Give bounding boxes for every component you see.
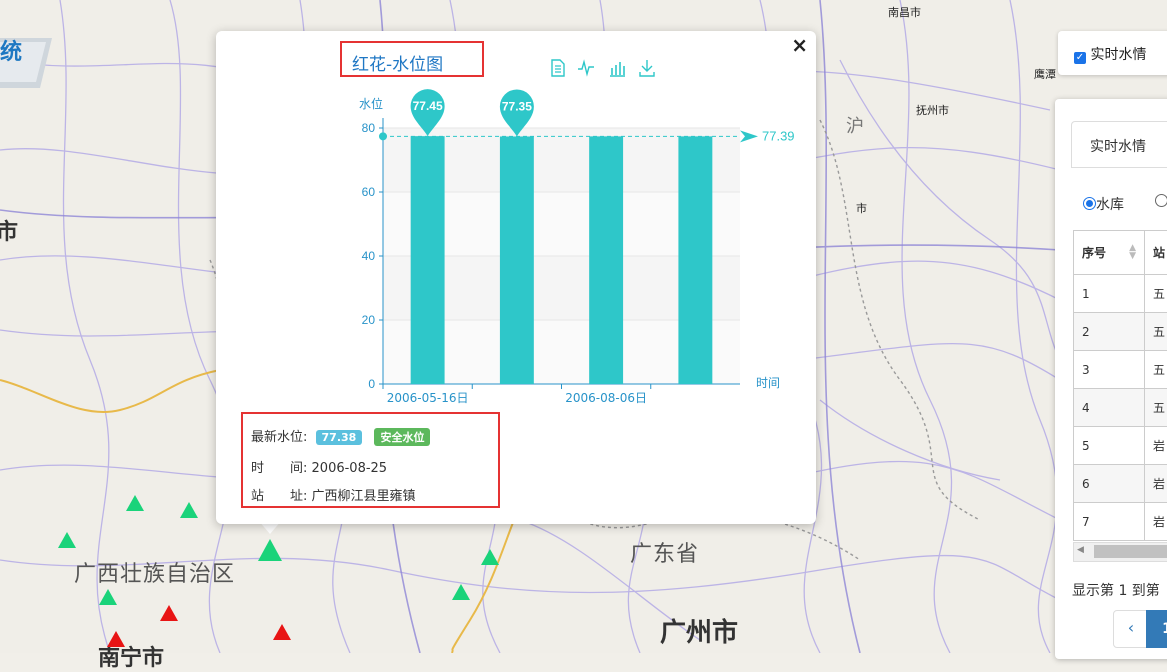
time-label: 时 间: xyxy=(251,461,307,476)
station-marker[interactable] xyxy=(180,502,198,518)
realtime-toggle-label: 实时水情 xyxy=(1090,47,1146,63)
prev-page-button[interactable]: ‹ xyxy=(1113,610,1149,648)
y-tick-label: 60 xyxy=(362,185,376,199)
y-tick-label: 40 xyxy=(362,249,376,263)
time-row: 时 间: 2006-08-25 xyxy=(251,457,387,476)
markline-label: 77.39 xyxy=(762,128,795,143)
water-level-chart: 0 20 40 60 80 水位时间 2006-05-16日 2006-08-06日 77.39… xyxy=(216,31,816,411)
table-row[interactable]: 4五 xyxy=(1074,389,1167,427)
province-label-guangxi: 广西壮族自治区 xyxy=(74,556,235,588)
cell-station: 五 xyxy=(1145,389,1167,427)
table-row[interactable]: 3五 xyxy=(1074,351,1167,389)
station-marker-alert[interactable] xyxy=(160,605,178,621)
table-row[interactable]: 1五 xyxy=(1074,275,1167,313)
cell-index: 1 xyxy=(1074,275,1145,313)
latest-level-badge: 77.38 xyxy=(316,430,363,445)
cell-station: 五 xyxy=(1145,313,1167,351)
time-value: 2006-08-25 xyxy=(312,461,388,476)
address-row: 站 址: 广西柳江县里雍镇 xyxy=(251,485,416,504)
station-popup: × 红花-水位图 020406080水位时间2006-05-16日2006-08… xyxy=(216,31,816,524)
city-label-yingtan: 鹰潭 xyxy=(1034,66,1056,82)
latest-level-label: 最新水位: xyxy=(251,430,307,445)
city-label-left: 市 xyxy=(0,214,18,246)
realtime-toggle[interactable]: ✓ 实时水情 xyxy=(1074,44,1146,64)
latest-level-row: 最新水位: 77.38 安全水位 xyxy=(251,426,430,446)
cell-index: 5 xyxy=(1074,427,1145,465)
scroll-left-icon[interactable]: ◀ xyxy=(1077,545,1084,555)
x-axis-label: 时间 xyxy=(756,376,780,390)
cell-station: 五 xyxy=(1145,351,1167,389)
table-row[interactable]: 7岩 xyxy=(1074,503,1167,541)
y-tick-label: 0 xyxy=(368,377,375,391)
table-row[interactable]: 2五 xyxy=(1074,313,1167,351)
logo-text: 统 xyxy=(0,34,22,66)
city-label-guangzhou: 广州市 xyxy=(660,612,738,649)
bar xyxy=(500,136,534,384)
station-table: 序号▲▼ 站 1五2五3五4五5岩6岩7岩 xyxy=(1073,230,1167,541)
province-label-guangdong: 广东省 xyxy=(630,536,699,568)
station-marker-alert[interactable] xyxy=(273,624,291,640)
info-highlight-box: 最新水位: 77.38 安全水位 时 间: 2006-08-25 站 址: 广西… xyxy=(241,412,500,508)
max-marker-label: 77.35 xyxy=(502,99,532,113)
station-marker-alert[interactable] xyxy=(107,631,125,647)
column-header-station[interactable]: 站 xyxy=(1145,231,1167,275)
address-label: 站 址: xyxy=(251,489,307,504)
cell-station: 岩 xyxy=(1145,465,1167,503)
city-label-nanchang: 南昌市 xyxy=(888,4,921,20)
station-marker[interactable] xyxy=(126,495,144,511)
column-header-index[interactable]: 序号▲▼ xyxy=(1074,231,1145,275)
x-tick-label: 2006-05-16日 xyxy=(387,391,469,405)
station-marker[interactable] xyxy=(99,589,117,605)
bar xyxy=(589,136,623,384)
realtime-toggle-card: ✓ 实时水情 xyxy=(1058,31,1167,75)
radio-reservoir[interactable]: 水库 xyxy=(1083,194,1124,214)
radio-icon[interactable] xyxy=(1083,197,1096,210)
bar xyxy=(678,136,712,384)
radio-other[interactable] xyxy=(1155,194,1167,207)
station-marker[interactable] xyxy=(481,549,499,565)
station-marker[interactable] xyxy=(58,532,76,548)
table-row[interactable]: 5岩 xyxy=(1074,427,1167,465)
sort-icon[interactable]: ▲▼ xyxy=(1129,244,1136,260)
map-symbol-chu: 沪 xyxy=(846,112,864,138)
cell-index: 7 xyxy=(1074,503,1145,541)
tab-realtime-label: 实时水情 xyxy=(1090,136,1146,156)
pagination-info: 显示第 1 到第 xyxy=(1072,580,1160,600)
cell-index: 6 xyxy=(1074,465,1145,503)
max-marker-label: 77.45 xyxy=(413,99,443,113)
x-tick-label: 2006-08-06日 xyxy=(565,391,647,405)
station-list-panel: 实时水情 水库 序号▲▼ 站 1五2五3五4五5岩6岩7岩 ◀ 显示第 1 到第… xyxy=(1055,99,1167,659)
tab-divider xyxy=(1071,167,1167,168)
cell-index: 4 xyxy=(1074,389,1145,427)
bar xyxy=(411,136,445,384)
cell-index: 2 xyxy=(1074,313,1145,351)
address-value: 广西柳江县里雍镇 xyxy=(312,489,416,504)
cell-station: 岩 xyxy=(1145,503,1167,541)
station-marker-selected[interactable] xyxy=(258,539,282,561)
tab-realtime[interactable]: 实时水情 xyxy=(1071,121,1167,168)
city-label-fuzhou: 抚州市 xyxy=(916,102,949,118)
y-tick-label: 80 xyxy=(362,121,376,135)
cell-station: 五 xyxy=(1145,275,1167,313)
cell-station: 岩 xyxy=(1145,427,1167,465)
city-label-shi: 市 xyxy=(856,200,867,216)
table-row[interactable]: 6岩 xyxy=(1074,465,1167,503)
cell-index: 3 xyxy=(1074,351,1145,389)
status-badge: 安全水位 xyxy=(374,428,430,446)
horizontal-scrollbar[interactable]: ◀ xyxy=(1073,542,1167,562)
y-axis-label: 水位 xyxy=(359,96,383,111)
radio-label: 水库 xyxy=(1096,197,1124,213)
y-tick-label: 20 xyxy=(362,313,376,327)
page-1-button[interactable]: 1 xyxy=(1146,610,1167,648)
markline-arrow xyxy=(740,130,758,142)
checkbox-icon[interactable]: ✓ xyxy=(1074,52,1086,64)
station-marker[interactable] xyxy=(452,584,470,600)
scrollbar-thumb[interactable] xyxy=(1094,545,1167,558)
